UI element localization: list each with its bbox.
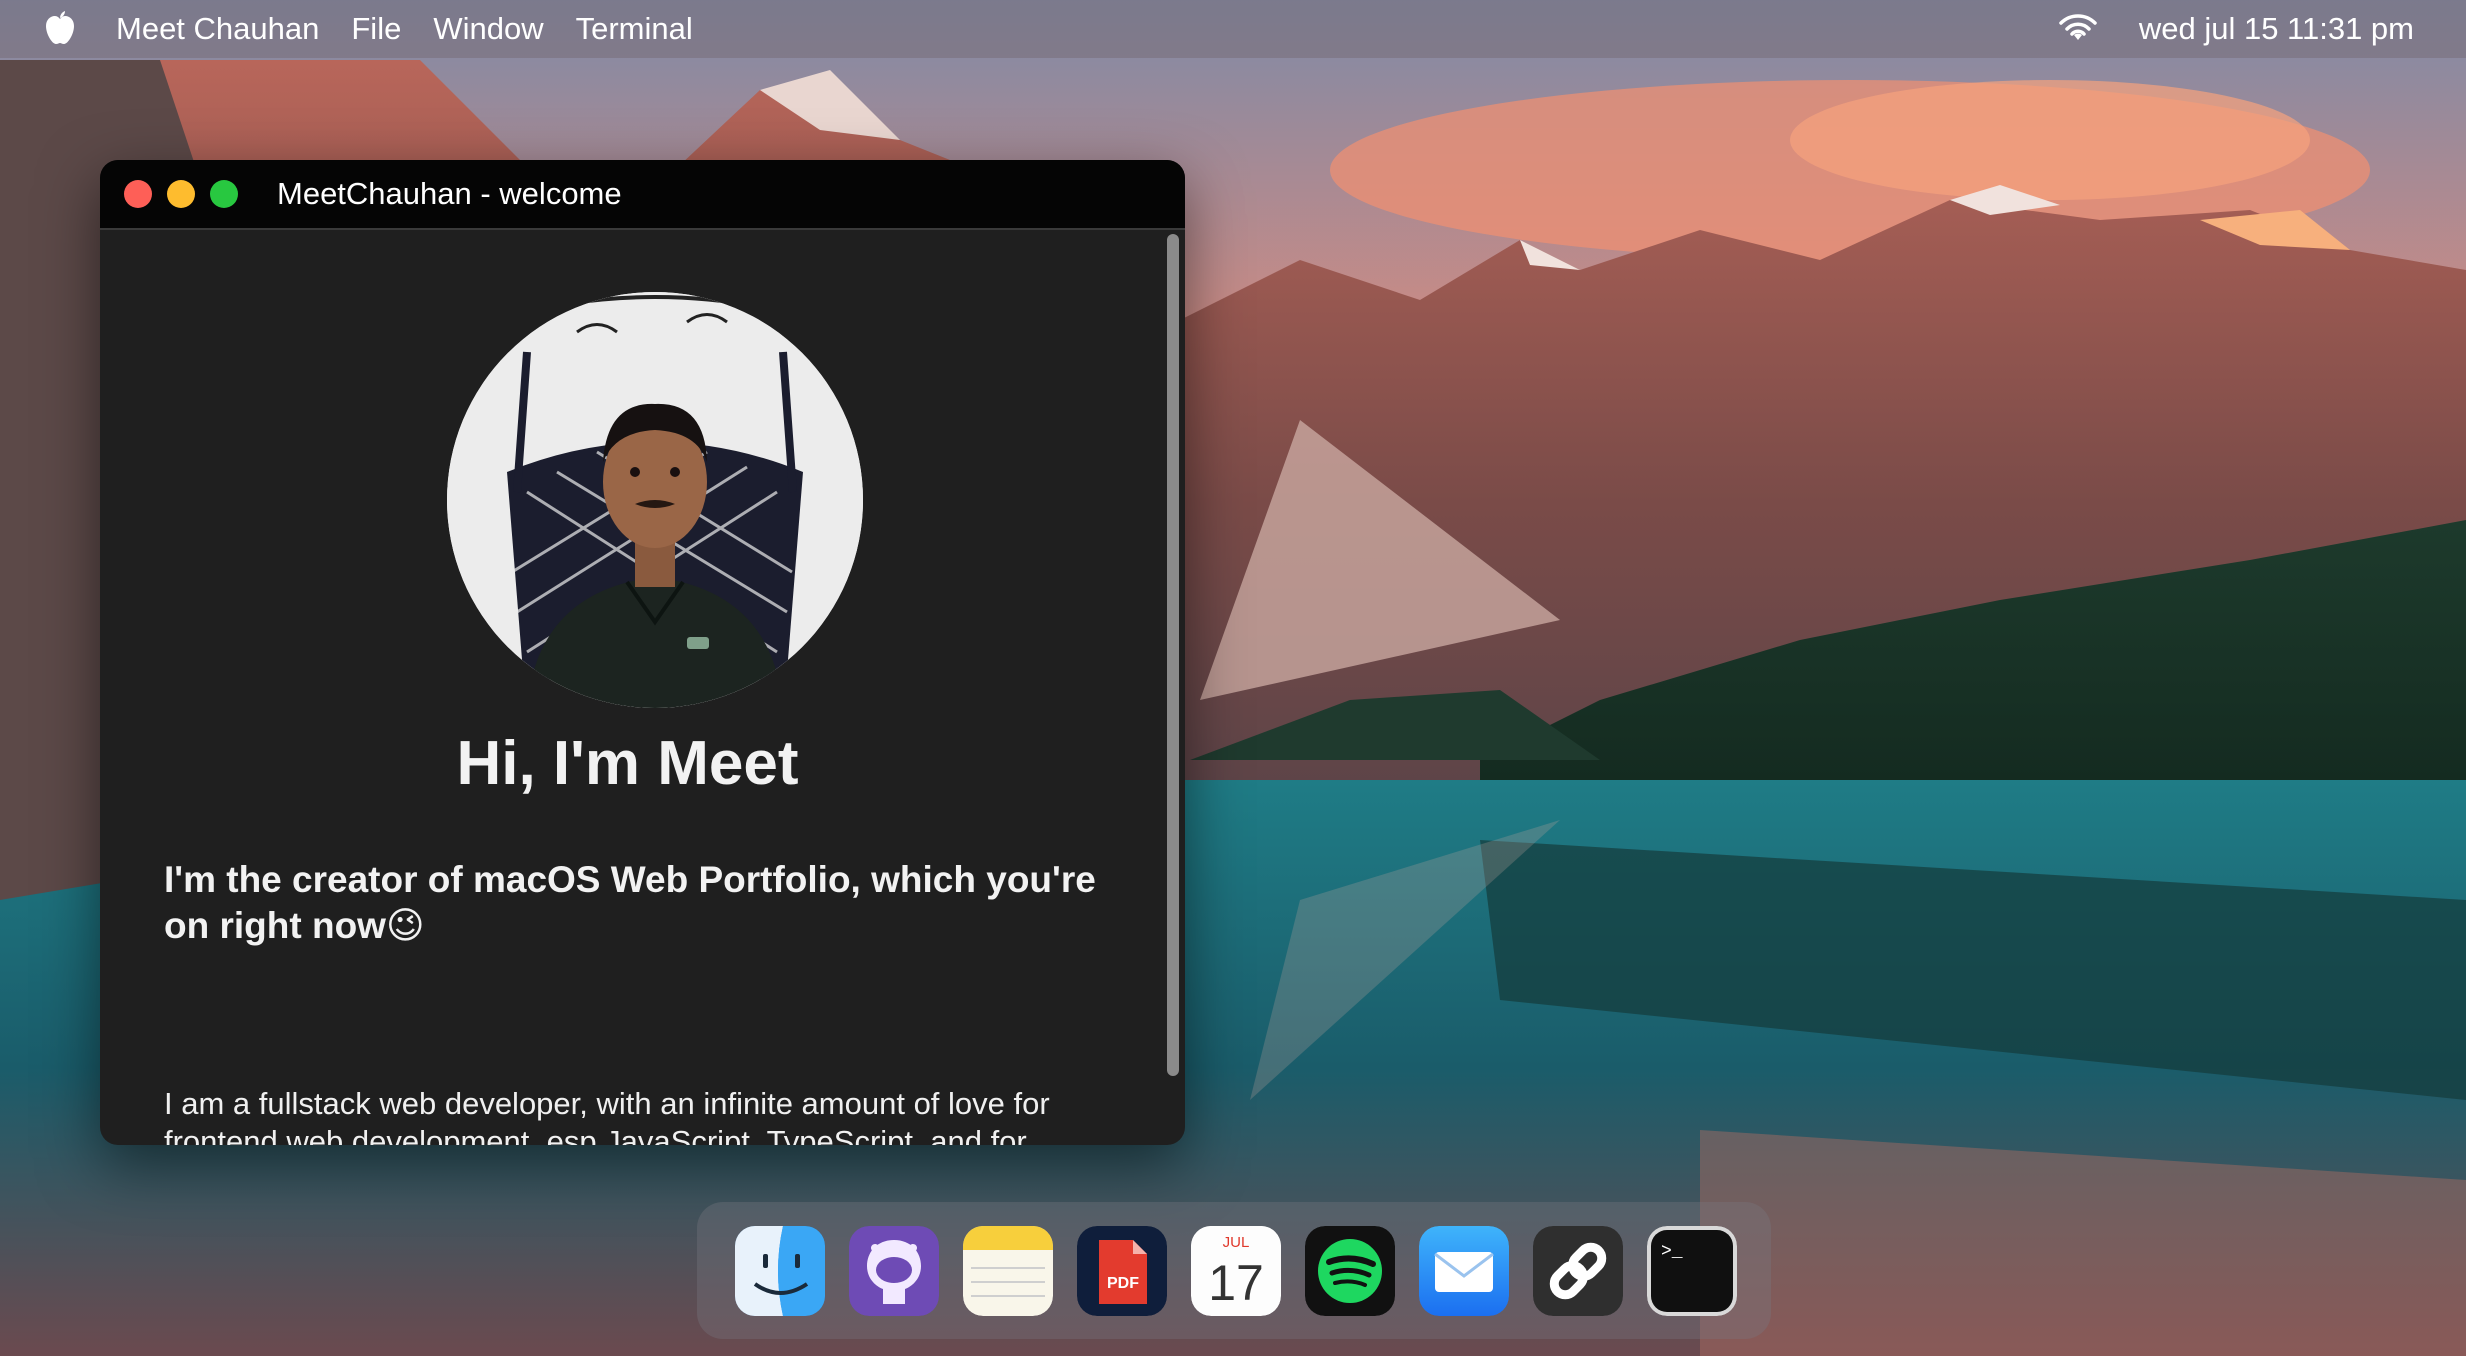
greeting-heading: Hi, I'm Meet (456, 729, 799, 798)
svg-text:17: 17 (1208, 1255, 1264, 1311)
terminal-icon[interactable]: >_ (1647, 1225, 1737, 1316)
notes-icon[interactable] (963, 1225, 1053, 1316)
mail-icon[interactable] (1419, 1225, 1509, 1316)
pdf-icon[interactable]: PDF (1077, 1225, 1167, 1316)
finder-icon[interactable] (735, 1225, 825, 1316)
menu-file[interactable]: File (351, 11, 401, 47)
svg-text:PDF: PDF (1107, 1275, 1139, 1292)
link-icon[interactable] (1533, 1225, 1623, 1316)
menu-bar: Meet Chauhan File Window Terminal wed ju… (0, 0, 2466, 58)
svg-text:>_: >_ (1661, 1242, 1683, 1262)
window-title: MeetChauhan - welcome (277, 176, 622, 211)
profile-avatar (447, 292, 863, 708)
menu-clock[interactable]: wed jul 15 11:31 pm (2139, 11, 2414, 47)
close-button[interactable] (124, 180, 152, 208)
dock: PDF JUL 17 >_ (697, 1202, 1771, 1339)
menu-terminal[interactable]: Terminal (576, 11, 693, 47)
welcome-window: MeetChauhan - welcome Hi, I'm Meet I'm t… (100, 160, 1185, 1145)
svg-text:JUL: JUL (1223, 1234, 1250, 1251)
wifi-icon[interactable] (2059, 14, 2097, 44)
traffic-lights (124, 180, 253, 208)
calendar-icon[interactable]: JUL 17 (1191, 1225, 1281, 1316)
menu-app-name[interactable]: Meet Chauhan (116, 11, 319, 47)
apple-icon[interactable] (42, 10, 76, 48)
spotify-icon[interactable] (1305, 1225, 1395, 1316)
window-content[interactable]: Hi, I'm Meet I'm the creator of macOS We… (100, 230, 1185, 1145)
maximize-button[interactable] (210, 180, 238, 208)
github-icon[interactable] (849, 1225, 939, 1316)
intro-text: I'm the creator of macOS Web Portfolio, … (164, 859, 1096, 946)
menu-window[interactable]: Window (433, 11, 543, 47)
minimize-button[interactable] (167, 180, 195, 208)
scrollbar-thumb[interactable] (1167, 234, 1179, 1076)
window-titlebar[interactable]: MeetChauhan - welcome (100, 160, 1185, 230)
bio-text: I am a fullstack web developer, with an … (164, 1086, 1050, 1145)
